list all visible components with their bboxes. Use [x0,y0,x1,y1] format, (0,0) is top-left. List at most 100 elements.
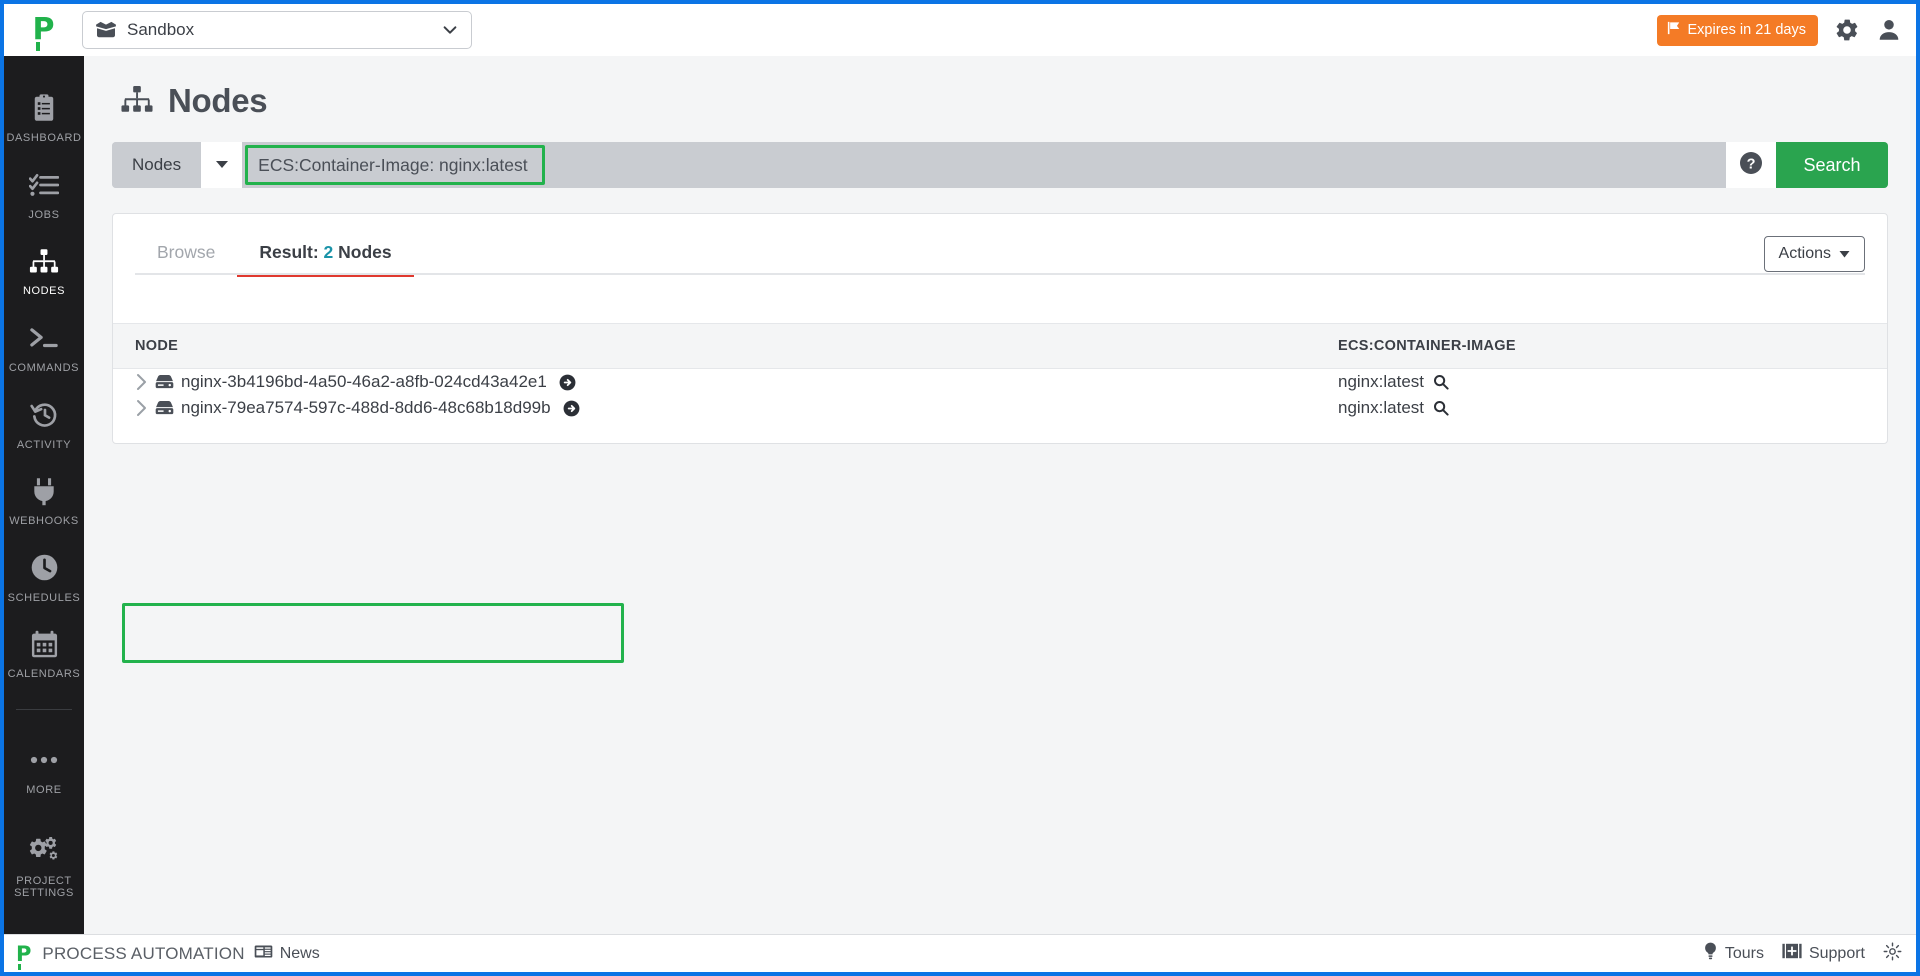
gears-icon [28,834,60,868]
sidebar: DASHBOARD JOBS NODES COMMANDS ACTIVITY W… [4,56,84,934]
caret-down-icon [1839,245,1850,263]
container-image-value: nginx:latest [1338,372,1424,391]
tab-browse[interactable]: Browse [135,236,237,275]
actions-button-label: Actions [1778,245,1831,262]
user-icon[interactable] [1876,17,1902,43]
top-bar: P Sandbox Expires in 21 days [4,4,1916,56]
ellipsis-icon [29,743,59,777]
expires-badge[interactable]: Expires in 21 days [1656,14,1818,46]
footer: P PROCESS AUTOMATION News Tours Support [4,934,1916,972]
project-name: Sandbox [127,20,195,39]
results-table-area: NODE ECS:CONTAINER-IMAGE nginx-3b4196bd-… [113,323,1887,421]
node-name[interactable]: nginx-79ea7574-597c-488d-8dd6-48c68b18d9… [181,398,551,418]
footer-right: Tours Support [1703,942,1902,966]
calendar-icon [30,627,59,661]
magnifier-icon[interactable] [1433,400,1449,416]
sitemap-icon [120,85,154,118]
news-icon [254,944,273,964]
sidebar-item-label: COMMANDS [8,361,80,374]
tab-result[interactable]: Result: 2 Nodes [237,236,414,277]
sidebar-item-calendars[interactable]: CALENDARS [4,614,84,691]
chevron-right-icon[interactable] [135,373,148,391]
question-circle-icon: ? [1739,151,1763,180]
sidebar-item-label: DASHBOARD [6,132,82,144]
footer-support-link[interactable]: Support [1782,943,1865,964]
column-header-node[interactable]: NODE [113,323,1328,369]
sidebar-item-more[interactable]: MORE [4,730,84,807]
sidebar-item-jobs[interactable]: JOBS [4,155,84,232]
cell-node: nginx-79ea7574-597c-488d-8dd6-48c68b18d9… [113,395,1328,421]
support-icon [1782,943,1802,964]
table-header-row: NODE ECS:CONTAINER-IMAGE [113,323,1887,369]
footer-brand: PROCESS AUTOMATION [42,943,245,963]
footer-support-label: Support [1808,944,1865,962]
table-row[interactable]: nginx-79ea7574-597c-488d-8dd6-48c68b18d9… [113,395,1887,421]
flag-icon [1667,21,1681,39]
tab-list: Browse Result: 2 Nodes [135,236,414,277]
footer-tours-link[interactable]: Tours [1703,942,1764,965]
tab-result-suffix: Nodes [338,242,392,262]
footer-news-link[interactable]: News [254,944,320,964]
table-body: nginx-3b4196bd-4a50-46a2-a8fb-024cd43a42… [113,369,1887,422]
table-head: NODE ECS:CONTAINER-IMAGE [113,323,1887,369]
gear-icon [1883,942,1902,966]
top-bar-right: Expires in 21 days [1656,14,1902,46]
task-list-icon [29,168,59,202]
tabs-underline [135,273,1865,275]
sidebar-item-label: SCHEDULES [7,591,81,604]
cell-node: nginx-3b4196bd-4a50-46a2-a8fb-024cd43a42… [113,369,1328,396]
search-button[interactable]: Search [1776,142,1888,188]
actions-button[interactable]: Actions [1763,236,1865,272]
browser-window: P Sandbox Expires in 21 days DASHBOARD J… [0,0,1920,976]
footer-settings-button[interactable] [1883,942,1902,966]
chevron-right-icon[interactable] [135,399,148,417]
sidebar-item-webhooks[interactable]: WEBHOOKS [4,461,84,538]
page-title: Nodes [168,82,268,119]
process-automation-logo-icon: P [16,941,32,970]
sidebar-item-commands[interactable]: COMMANDS [4,308,84,385]
sidebar-item-schedules[interactable]: SCHEDULES [4,538,84,615]
sidebar-item-dashboard[interactable]: DASHBOARD [4,78,84,155]
arrow-circle-right-icon[interactable] [563,400,580,417]
footer-news-label: News [279,944,320,962]
project-selector[interactable]: Sandbox [82,11,472,49]
sidebar-item-label: NODES [22,285,66,298]
history-clock-icon [29,398,59,432]
search-help-button[interactable]: ? [1726,142,1776,188]
sidebar-item-label: CALENDARS [7,668,81,681]
container-image-value: nginx:latest [1338,398,1424,417]
sidebar-item-label: PROJECT SETTINGS [14,874,74,900]
clock-icon [30,551,59,585]
tab-result-count: 2 [323,242,334,262]
sidebar-item-label: MORE [26,784,62,797]
sidebar-item-activity[interactable]: ACTIVITY [4,385,84,462]
chevron-down-icon [441,21,459,39]
box-icon [95,21,117,39]
search-input[interactable]: ECS:Container-Image: nginx:latest [245,145,546,185]
nodes-table: NODE ECS:CONTAINER-IMAGE nginx-3b4196bd-… [113,323,1887,421]
footer-left: P PROCESS AUTOMATION News [16,941,320,970]
table-row[interactable]: nginx-3b4196bd-4a50-46a2-a8fb-024cd43a42… [113,369,1887,396]
sidebar-item-label: JOBS [28,208,60,221]
app-logo[interactable]: P [4,15,82,51]
sidebar-item-label: WEBHOOKS [9,515,79,528]
cell-ecs-container-image: nginx:latest [1328,369,1887,396]
clipboard-list-icon [30,91,58,125]
lightbulb-icon [1703,942,1718,965]
magnifier-icon[interactable] [1433,374,1449,390]
cell-ecs-container-image: nginx:latest [1328,395,1887,421]
column-header-ecs-container-image[interactable]: ECS:CONTAINER-IMAGE [1328,323,1887,369]
body-wrapper: DASHBOARD JOBS NODES COMMANDS ACTIVITY W… [4,56,1916,934]
results-card: Browse Result: 2 Nodes Actions NODE ECS:… [112,213,1888,663]
main-content: Nodes Nodes ECS:Container-Image: nginx:l… [84,56,1916,934]
plug-icon [31,474,57,508]
gear-icon[interactable] [1834,17,1860,43]
sidebar-item-project-settings[interactable]: PROJECT SETTINGS [4,821,84,910]
caret-down-icon [215,156,229,174]
arrow-circle-right-icon[interactable] [559,374,576,391]
footer-tours-label: Tours [1724,944,1764,962]
sidebar-item-nodes[interactable]: NODES [4,231,84,308]
search-type-dropdown[interactable] [201,142,244,188]
node-name[interactable]: nginx-3b4196bd-4a50-46a2-a8fb-024cd43a42… [181,372,547,392]
expires-badge-label: Expires in 21 days [1687,21,1806,38]
